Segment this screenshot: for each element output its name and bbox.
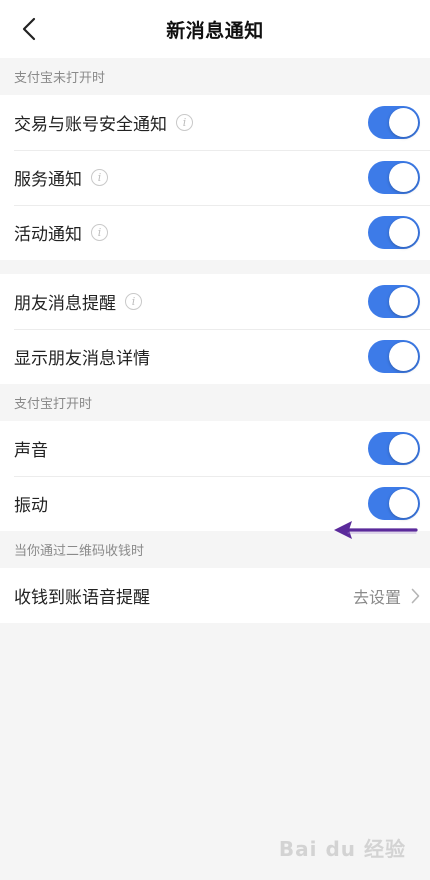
- group-friends: 朋友消息提醒 i 显示朋友消息详情: [0, 274, 430, 384]
- info-icon[interactable]: i: [176, 114, 193, 131]
- toggle-knob: [389, 108, 418, 137]
- row-label: 朋友消息提醒: [14, 294, 116, 314]
- chevron-right-icon: [411, 588, 420, 604]
- page-title: 新消息通知: [166, 19, 264, 42]
- toggle-knob: [389, 218, 418, 247]
- watermark: Bai du 经验: [278, 837, 406, 861]
- toggle-sound[interactable]: [368, 432, 420, 465]
- toggle-knob: [389, 434, 418, 463]
- row-label: 显示朋友消息详情: [14, 349, 150, 369]
- row-label: 声音: [14, 441, 48, 461]
- info-icon[interactable]: i: [91, 224, 108, 241]
- toggle-service[interactable]: [368, 161, 420, 194]
- section-header-app-closed: 支付宝未打开时: [0, 58, 430, 95]
- toggle-trade-security[interactable]: [368, 106, 420, 139]
- setting-link-text: 去设置: [352, 587, 401, 607]
- row-friend-detail: 显示朋友消息详情: [0, 329, 430, 384]
- row-friend-message: 朋友消息提醒 i: [0, 274, 430, 329]
- row-voice-alert[interactable]: 收钱到账语音提醒 去设置: [0, 568, 430, 623]
- row-trade-security: 交易与账号安全通知 i: [0, 95, 430, 150]
- row-label: 活动通知: [14, 225, 82, 245]
- info-icon[interactable]: i: [91, 169, 108, 186]
- info-icon[interactable]: i: [125, 293, 142, 310]
- chevron-left-icon: [22, 17, 36, 41]
- row-label: 交易与账号安全通知: [14, 115, 167, 135]
- toggle-activity[interactable]: [368, 216, 420, 249]
- back-button[interactable]: [14, 14, 44, 44]
- nav-bar: 新消息通知: [0, 0, 430, 58]
- toggle-friend-message[interactable]: [368, 285, 420, 318]
- toggle-friend-detail[interactable]: [368, 340, 420, 373]
- section-gap: [0, 260, 430, 274]
- row-service: 服务通知 i: [0, 150, 430, 205]
- row-label: 振动: [14, 496, 48, 516]
- row-label: 服务通知: [14, 170, 82, 190]
- row-sound: 声音: [0, 421, 430, 476]
- toggle-knob: [389, 163, 418, 192]
- toggle-knob: [389, 287, 418, 316]
- row-activity: 活动通知 i: [0, 205, 430, 260]
- row-label: 收钱到账语音提醒: [14, 588, 150, 608]
- group-app-closed: 交易与账号安全通知 i 服务通知 i 活动通知 i: [0, 95, 430, 260]
- toggle-knob: [389, 342, 418, 371]
- annotation-arrow-icon: [334, 521, 418, 539]
- group-qr: 收钱到账语音提醒 去设置: [0, 568, 430, 623]
- section-header-app-open: 支付宝打开时: [0, 384, 430, 421]
